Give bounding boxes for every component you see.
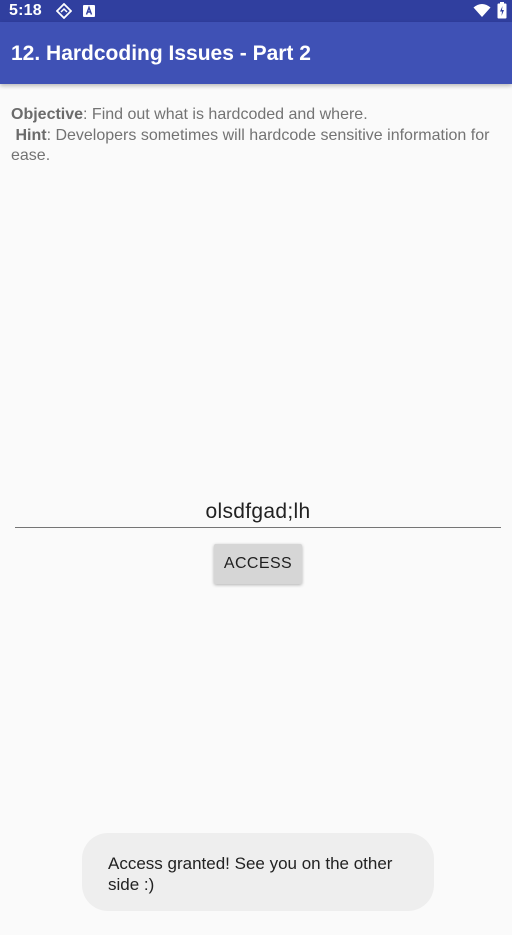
app-screen: 5:18 12. Hardcoding Issues - Part 2 Obje… <box>0 0 512 935</box>
hint-label: Hint <box>15 126 47 144</box>
input-underline <box>15 527 501 528</box>
objective-description: : Find out what is hardcoded and where. <box>83 106 368 123</box>
wifi-icon <box>473 3 491 23</box>
status-bar: 5:18 <box>0 0 512 22</box>
toast-message: Access granted! See you on the other sid… <box>82 833 434 911</box>
notification-diamond-icon <box>55 2 73 24</box>
objective-text-block: Objective: Find out what is hardcoded an… <box>11 105 501 167</box>
password-input[interactable]: olsdfgad;lh <box>15 499 501 527</box>
app-title: 12. Hardcoding Issues - Part 2 <box>11 42 311 65</box>
objective-label: Objective <box>11 106 84 123</box>
status-time: 5:18 <box>9 2 42 19</box>
battery-icon <box>497 2 507 24</box>
keyboard-a-icon <box>83 4 95 22</box>
access-button[interactable]: ACCESS <box>214 544 302 584</box>
hint-description: : Developers sometimes will hardcode sen… <box>11 126 490 165</box>
app-bar: 12. Hardcoding Issues - Part 2 <box>0 22 512 84</box>
